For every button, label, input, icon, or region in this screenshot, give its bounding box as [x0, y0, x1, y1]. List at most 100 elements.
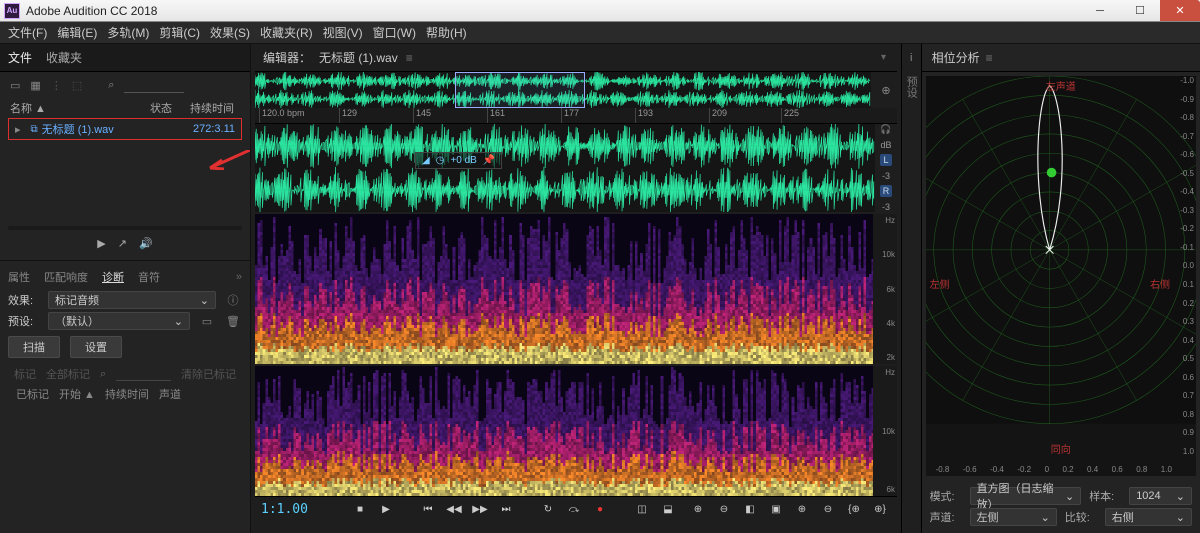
hud-pin-icon[interactable]: 📌	[483, 155, 495, 166]
zoom-out-icon[interactable]: ⊖	[713, 501, 735, 519]
editor-label: 编辑器：	[263, 49, 311, 66]
col-chan[interactable]: 声道	[159, 386, 181, 402]
search-input[interactable]	[124, 77, 184, 93]
tab-loudness[interactable]: 匹配响度	[44, 269, 88, 285]
col-duration[interactable]: 持续时间	[190, 100, 240, 116]
phase-panel: 相位分析 ≡ 左声道 左侧 右侧 同向 -1.0-0.9-0.8-0.7-0.6…	[922, 44, 1200, 533]
zoom-sel-icon[interactable]: ◧	[739, 501, 761, 519]
menubar: 文件(F) 编辑(E) 多轨(M) 剪辑(C) 效果(S) 收藏夹(R) 视图(…	[0, 22, 1200, 44]
search-icon[interactable]: ⌕	[100, 368, 106, 381]
time-ruler[interactable]: 120.0 bpm 129 145 161 177 193 209 225	[255, 108, 897, 124]
col-marked[interactable]: 已标记	[16, 386, 49, 402]
skip-button[interactable]: ⤼	[563, 501, 585, 519]
tab-favorites[interactable]: 收藏夹	[46, 49, 82, 66]
app-logo: Au	[4, 3, 20, 19]
preset-label: 预设:	[8, 313, 40, 329]
minimize-button[interactable]: ─	[1080, 0, 1120, 21]
close-button[interactable]: ✕	[1160, 0, 1200, 21]
info-tab-icon[interactable]: i	[910, 52, 912, 64]
col-name[interactable]: 名称 ▲	[10, 100, 150, 116]
spectrogram-R[interactable]: Hz 10k 6k	[255, 366, 897, 496]
maximize-button[interactable]: ☐	[1120, 0, 1160, 21]
search-icon[interactable]: ⌕	[108, 79, 114, 92]
zoom-sel-in-icon[interactable]: {⊕	[843, 501, 865, 519]
mark-all-btn[interactable]: 全部标记	[46, 366, 90, 382]
file-name: 无标题 (1).wav	[42, 121, 162, 137]
timecode[interactable]: 1:1.00	[261, 502, 341, 517]
delete-preset-icon[interactable]: 🗑	[224, 312, 242, 330]
record-button[interactable]: ●	[589, 501, 611, 519]
mode-dropdown[interactable]: 直方图（日志缩放）⌄	[970, 487, 1082, 505]
marker-button[interactable]: ⬓	[657, 501, 679, 519]
preset-dropdown[interactable]: （默认）⌄	[48, 312, 190, 330]
audio-icon[interactable]: 🔊	[139, 237, 153, 250]
play-icon[interactable]: ▶	[97, 237, 105, 250]
tab-notes[interactable]: 音符	[138, 269, 160, 285]
loop-button[interactable]: ↻	[537, 501, 559, 519]
zoom-v-in-icon[interactable]: ⊕	[791, 501, 813, 519]
settings-button[interactable]: 设置	[70, 336, 122, 358]
spectrogram-L[interactable]: Hz 10k 6k 4k 2k	[255, 214, 897, 364]
samples-label: 样本:	[1089, 488, 1121, 504]
headphone-icon[interactable]: 🎧	[880, 124, 891, 135]
zoom-sel-out-icon[interactable]: ⊕}	[869, 501, 891, 519]
menu-multitrack[interactable]: 多轨(M)	[107, 24, 149, 41]
mark-btn[interactable]: 标记	[14, 366, 36, 382]
goto-start-button[interactable]: ⏮	[417, 501, 439, 519]
rewind-button[interactable]: ◀◀	[443, 501, 465, 519]
menu-favorites[interactable]: 收藏夹(R)	[260, 24, 313, 41]
files-panel: 文件 收藏夹 ▭ ▦ ⋮ ⬚ ⌕ 名称 ▲ 状态 持续时间 ▸ ⧉ 无标题 (1…	[0, 44, 251, 533]
samples-dropdown[interactable]: 1024⌄	[1129, 487, 1192, 505]
delete-icon[interactable]: ⬚	[72, 79, 82, 92]
tab-diagnostics[interactable]: 诊断	[102, 269, 124, 285]
channel-L-badge[interactable]: L	[880, 154, 891, 166]
file-row-selected[interactable]: ▸ ⧉ 无标题 (1).wav 272:3.11	[8, 118, 242, 140]
new-file-icon[interactable]: ▦	[30, 79, 40, 92]
zoom-fit-icon[interactable]: ⊕	[875, 72, 897, 108]
export-icon[interactable]: ↗	[118, 237, 127, 250]
save-preset-icon[interactable]: ▭	[198, 312, 216, 330]
actions-icon[interactable]: ⋮	[51, 79, 62, 92]
overview-waveform[interactable]	[255, 72, 871, 108]
punch-button[interactable]: ◫	[631, 501, 653, 519]
zoom-v-out-icon[interactable]: ⊖	[817, 501, 839, 519]
clear-marks-btn[interactable]: 清除已标记	[181, 366, 236, 382]
waveform-icon: ⧉	[31, 124, 38, 135]
scan-button[interactable]: 扫描	[8, 336, 60, 358]
ruler-bpm: 120.0 bpm	[259, 108, 305, 123]
right-dock-strip[interactable]: i 预设	[901, 44, 922, 533]
compare-dropdown[interactable]: 右侧⌄	[1105, 508, 1192, 526]
channel-label: 声道:	[930, 509, 962, 525]
menu-view[interactable]: 视图(V)	[323, 24, 363, 41]
goto-end-button[interactable]: ⏭	[495, 501, 517, 519]
col-dur[interactable]: 持续时间	[105, 386, 149, 402]
menu-effects[interactable]: 效果(S)	[210, 24, 250, 41]
menu-edit[interactable]: 编辑(E)	[57, 24, 97, 41]
menu-window[interactable]: 窗口(W)	[373, 24, 416, 41]
zoom-in-icon[interactable]: ⊕	[687, 501, 709, 519]
effect-dropdown[interactable]: 标记音频⌄	[48, 291, 216, 309]
menu-clip[interactable]: 剪辑(C)	[159, 24, 200, 41]
channel-R-badge[interactable]: R	[880, 185, 893, 197]
play-button[interactable]: ▶	[375, 501, 397, 519]
preset-tab[interactable]: 预设	[903, 76, 919, 98]
tab-properties[interactable]: 属性	[8, 269, 30, 285]
overview-selection[interactable]	[455, 72, 585, 108]
hud-db-value: +0 dB	[450, 155, 476, 166]
menu-file[interactable]: 文件(F)	[8, 24, 47, 41]
waveform-display[interactable]: ◢ ◷ +0 dB 📌	[255, 124, 875, 212]
open-file-icon[interactable]: ▭	[10, 79, 20, 92]
channel-dropdown[interactable]: 左侧⌄	[970, 508, 1057, 526]
phase-scope[interactable]: 左声道 左侧 右侧 同向 -1.0-0.9-0.8-0.7-0.6-0.5-0.…	[926, 76, 1196, 476]
phase-title: 相位分析	[932, 49, 980, 66]
tab-files[interactable]: 文件	[8, 49, 32, 66]
forward-button[interactable]: ▶▶	[469, 501, 491, 519]
volume-hud[interactable]: ◢ ◷ +0 dB 📌	[415, 152, 502, 169]
stop-button[interactable]: ■	[349, 501, 371, 519]
zoom-full-icon[interactable]: ▣	[765, 501, 787, 519]
menu-help[interactable]: 帮助(H)	[426, 24, 467, 41]
info-icon[interactable]: ⓘ	[224, 291, 242, 309]
compare-label: 比较:	[1065, 509, 1097, 525]
col-status[interactable]: 状态	[150, 100, 190, 116]
col-start[interactable]: 开始 ▲	[59, 386, 95, 402]
